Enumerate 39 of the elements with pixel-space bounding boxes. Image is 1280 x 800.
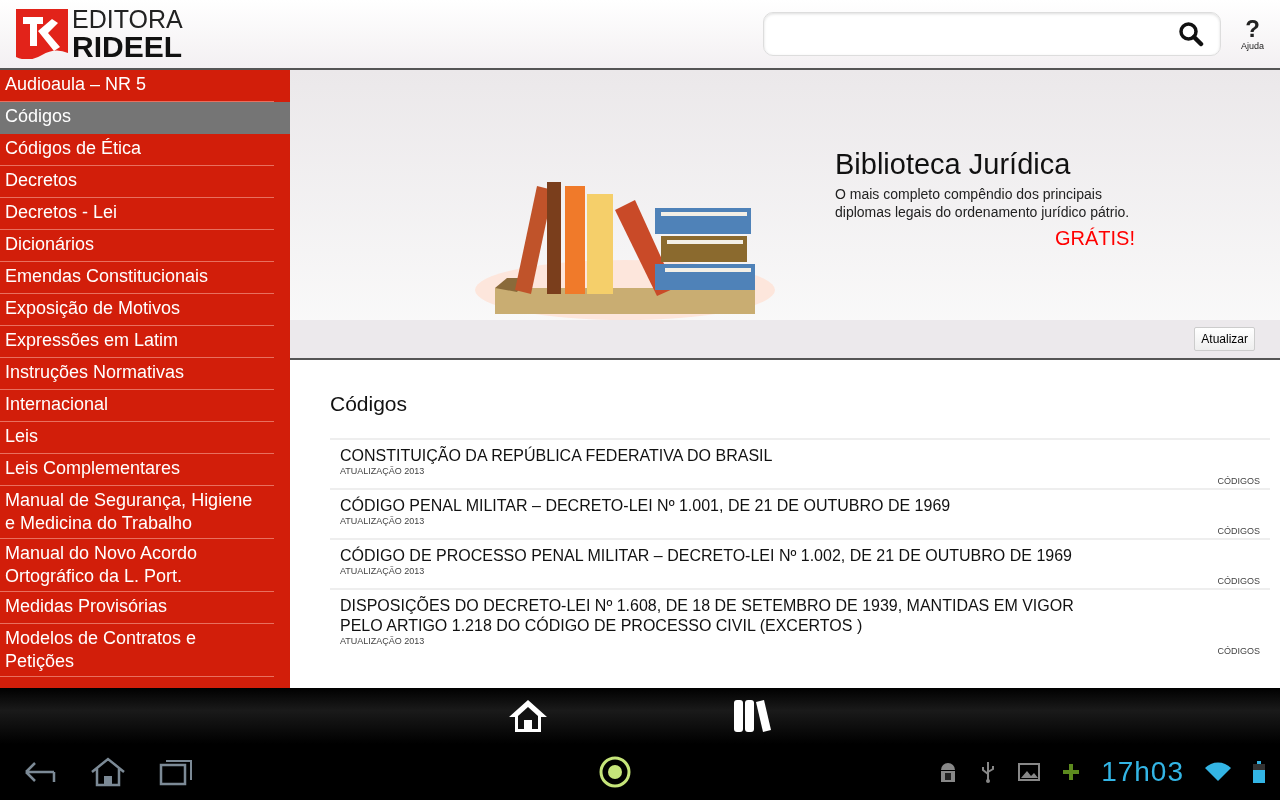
category-item[interactable]: Modelos de Contratos e Petições xyxy=(0,624,274,677)
category-item[interactable]: Leis Complementares xyxy=(0,454,274,486)
wifi-icon xyxy=(1204,761,1232,783)
category-item[interactable]: Emendas Constitucionais xyxy=(0,262,274,294)
recent-apps-icon[interactable] xyxy=(158,757,194,787)
refresh-button[interactable]: Atualizar xyxy=(1194,327,1255,351)
category-item[interactable]: Instruções Normativas xyxy=(0,358,274,390)
category-item[interactable]: Leis xyxy=(0,422,274,454)
category-item[interactable]: Decretos - Lei xyxy=(0,198,274,230)
section-title: Códigos xyxy=(330,392,409,416)
image-icon xyxy=(1017,761,1042,783)
document-row[interactable]: CONSTITUIÇÃO DA REPÚBLICA FEDERATIVA DO BRASIL ATUALIZAÇÃO 2013 CÓDIGOS xyxy=(330,438,1270,488)
record-icon[interactable] xyxy=(598,755,632,789)
search-field[interactable] xyxy=(762,12,1221,56)
banner-title: Biblioteca Jurídica xyxy=(835,148,1072,181)
category-item[interactable]: Manual de Segurança, Higiene e Medicina do Trabalho xyxy=(0,486,274,539)
category-item[interactable]: Códigos xyxy=(0,102,290,134)
document-row[interactable]: CÓDIGO PENAL MILITAR – DECRETO-LEI Nº 1.001, DE 21 DE OUTUBRO DE 1969 ATUALIZAÇÃO 2013 CÓDIGOS xyxy=(330,488,1270,538)
category-item[interactable]: Internacional xyxy=(0,390,274,422)
clock: 17h03 xyxy=(1101,756,1184,788)
battery-icon xyxy=(1252,760,1266,784)
search-icon[interactable] xyxy=(1177,21,1204,47)
home-icon[interactable] xyxy=(507,698,549,734)
category-item[interactable]: Dicionários xyxy=(0,230,274,262)
category-item[interactable]: Decretos xyxy=(0,166,274,198)
category-item[interactable]: Exposição de Motivos xyxy=(0,294,274,326)
logo-mark-icon xyxy=(16,9,68,59)
plus-icon xyxy=(1061,762,1082,782)
category-item[interactable]: Expressões em Latim xyxy=(0,326,274,358)
publisher-logo: EDITORA RIDEEL xyxy=(16,6,183,62)
category-item[interactable]: Códigos de Ética xyxy=(0,134,274,166)
books-icon[interactable] xyxy=(732,698,772,734)
category-item[interactable]: Manual do Novo Acordo Ortográfico da L. Port. xyxy=(0,539,274,592)
category-item[interactable]: Medidas Provisórias xyxy=(0,592,274,624)
help-button[interactable]: ? Ajuda xyxy=(1240,17,1264,51)
document-row[interactable]: DISPOSIÇÕES DO DECRETO-LEI Nº 1.608, DE 18 DE SETEMBRO DE 1939, MANTIDAS EM VIGOR PELO ARTIGO 1.218 DO CÓDIGO DE PROCESSO CIVIL (EXCERTOS ) ATUALIZAÇÃO 2013 CÓDIGOS xyxy=(330,588,1270,658)
price-label: GRÁTIS! xyxy=(1055,227,1135,250)
banner-description: O mais completo compêndio dos principais diplomas legais do ordenamento jurídico pátrio. xyxy=(835,185,1131,221)
document-row[interactable]: CÓDIGO DE PROCESSO PENAL MILITAR – DECRETO-LEI Nº 1.002, DE 21 DE OUTUBRO DE 1969 ATUALIZAÇÃO 2013 CÓDIGOS xyxy=(330,538,1270,588)
